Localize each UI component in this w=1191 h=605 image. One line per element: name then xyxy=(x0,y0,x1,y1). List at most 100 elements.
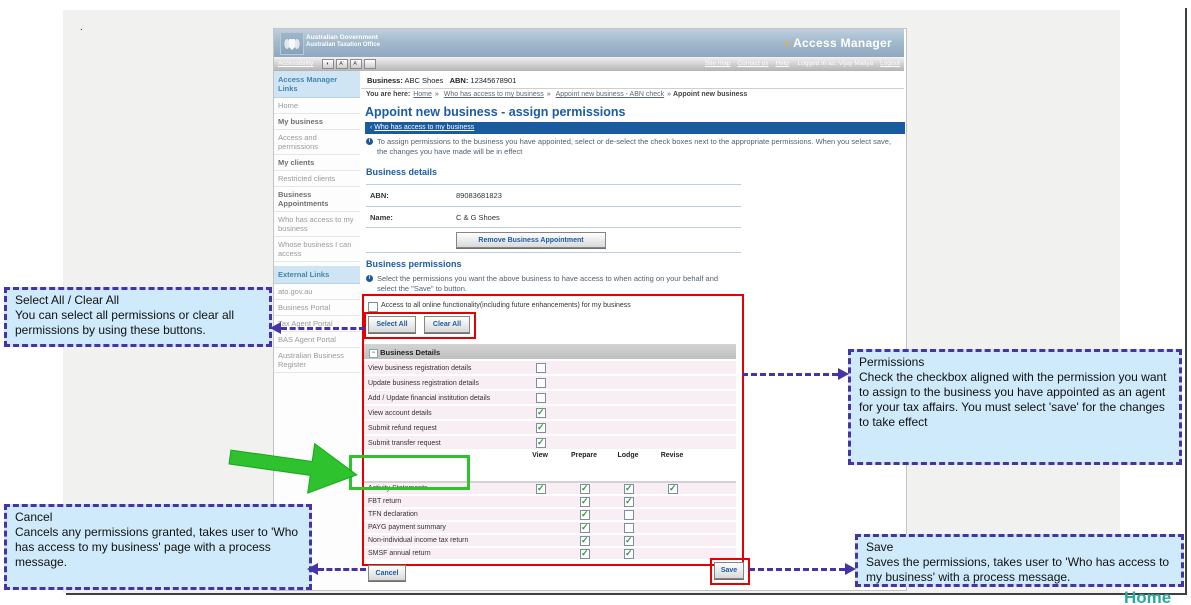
permission-row: Update business registration details xyxy=(364,376,736,391)
checkbox[interactable] xyxy=(624,484,634,494)
checkbox[interactable] xyxy=(580,549,590,559)
collapse-icon[interactable]: − xyxy=(369,349,378,358)
detail-abn-value: 89083681823 xyxy=(456,191,502,200)
arrowhead-left-icon xyxy=(270,322,281,334)
checkbox[interactable] xyxy=(536,438,546,448)
checkbox[interactable] xyxy=(536,408,546,418)
toolbar-links: Site map Contact us Help xyxy=(705,60,796,67)
checkbox[interactable] xyxy=(536,423,546,433)
sidebar-item-ato-gov-au[interactable]: ato.gov.au xyxy=(274,284,360,300)
home-link[interactable]: Home xyxy=(1124,588,1171,605)
ato-annotation-box xyxy=(349,455,470,490)
save-annotation-box xyxy=(710,558,750,585)
slide-canvas: . Australian Government Australian Taxat… xyxy=(0,0,1191,605)
sidebar-item-who-has-access-to-my-business[interactable]: Who has access to my business xyxy=(274,212,360,237)
checkbox[interactable] xyxy=(580,523,590,533)
checkbox[interactable] xyxy=(536,363,546,373)
sidebar-item-my-business[interactable]: My business xyxy=(274,114,360,130)
font-smaller-icon[interactable]: Aˈ xyxy=(336,59,348,69)
sidebar-item-whose-business-i-can-access[interactable]: Whose business I can access xyxy=(274,237,360,262)
remove-business-appointment-button[interactable]: Remove Business Appointment xyxy=(456,232,606,248)
sidebar-item-access-and-permissions[interactable]: Access and permissions xyxy=(274,130,360,155)
column-header-revise: Revise xyxy=(654,452,690,459)
access-all-label: Access to all online functionality(inclu… xyxy=(381,302,631,309)
breadcrumb-link[interactable]: Home xyxy=(413,91,432,98)
name-row: Name: C & G Shoes xyxy=(366,207,741,228)
detail-name-label: Name: xyxy=(370,213,393,222)
logout-link[interactable]: Logout xyxy=(880,60,900,67)
column-header-lodge: Lodge xyxy=(610,452,646,459)
checkbox[interactable] xyxy=(580,497,590,507)
green-arrow-icon xyxy=(222,443,367,505)
checkbox[interactable] xyxy=(580,510,590,520)
sidebar-item-restricted-clients[interactable]: Restricted clients xyxy=(274,171,360,187)
checkbox[interactable] xyxy=(580,484,590,494)
select-all-callout: Select All / Clear AllYou can select all… xyxy=(4,287,272,347)
sidebar-item-business-portal[interactable]: Business Portal xyxy=(274,300,360,316)
access-all-checkbox[interactable] xyxy=(368,302,378,312)
permission-label: View business registration details xyxy=(368,365,471,372)
permission-row: Submit refund request xyxy=(364,421,736,436)
checkbox[interactable] xyxy=(624,549,634,559)
font-larger-icon[interactable]: Aˈ xyxy=(350,59,362,69)
column-header-prepare: Prepare xyxy=(566,452,602,459)
business-details-heading: Business details xyxy=(366,167,437,177)
cancel-callout: CancelCancels any permissions granted, t… xyxy=(4,504,312,590)
slide-border-right xyxy=(1185,8,1187,595)
back-link[interactable]: Who has access to my business xyxy=(374,124,474,131)
remove-row: Remove Business Appointment xyxy=(366,228,741,253)
checkbox[interactable] xyxy=(624,510,634,520)
permission-row: Add / Update financial institution detai… xyxy=(364,391,736,406)
callout-body: Check the checkbox aligned with the perm… xyxy=(859,370,1167,429)
business-details-table: ABN: 89083681823 Name: C & G Shoes Remov… xyxy=(366,184,741,253)
chevron-icon: › xyxy=(785,36,789,50)
checkbox[interactable] xyxy=(624,497,634,507)
connector-cancel xyxy=(318,568,366,571)
gov-line1: Australian Government xyxy=(306,34,380,42)
business-details-section-bar[interactable]: − Business Details xyxy=(364,344,736,361)
coat-of-arms-logo xyxy=(280,32,304,55)
callout-title: Permissions xyxy=(859,355,1171,370)
checkbox[interactable] xyxy=(668,484,678,494)
abn-value: 12345678901 xyxy=(470,76,516,85)
slide-border-bottom xyxy=(66,593,1187,595)
blank-icon[interactable] xyxy=(364,59,376,69)
sidebar-item-bas-agent-portal[interactable]: BAS Agent Portal xyxy=(274,332,360,348)
checkbox[interactable] xyxy=(536,378,546,388)
checkbox[interactable] xyxy=(624,523,634,533)
business-value: ABC Shoes xyxy=(405,76,444,85)
breadcrumb-link[interactable]: Who has access to my business xyxy=(444,91,544,98)
cancel-button[interactable]: Cancel xyxy=(368,565,406,581)
checkbox[interactable] xyxy=(536,484,546,494)
sidebar-item-australian-business-register[interactable]: Australian Business Register xyxy=(274,348,360,373)
permission-label: SMSF annual return xyxy=(368,550,431,557)
permission-row: FBT return xyxy=(364,496,736,509)
checkbox[interactable] xyxy=(536,393,546,403)
business-permissions-heading: Business permissions xyxy=(366,259,462,269)
business-bar: Business: ABC Shoes ABN: 12345678901 xyxy=(361,71,904,89)
detail-name-value: C & G Shoes xyxy=(456,213,500,222)
accessibility-link[interactable]: Accessibility xyxy=(278,60,313,67)
arrowhead-right-icon xyxy=(845,563,856,575)
contrast-icon[interactable]: ◐ xyxy=(322,59,334,69)
sidebar-item-home[interactable]: Home xyxy=(274,98,360,114)
checkbox[interactable] xyxy=(624,536,634,546)
page-intro: To assign permissions to the business yo… xyxy=(377,137,893,156)
permissions-callout: PermissionsCheck the checkbox aligned wi… xyxy=(848,349,1182,465)
checkbox[interactable] xyxy=(580,536,590,546)
breadcrumb: You are here:Home» Who has access to my … xyxy=(366,91,896,98)
breadcrumb-link[interactable]: Appoint new business - ABN check xyxy=(556,91,665,98)
breadcrumb-links: Home» Who has access to my business» App… xyxy=(410,91,673,98)
permission-label: Non-individual income tax return xyxy=(368,537,468,544)
breadcrumb-separator: » xyxy=(435,91,441,98)
permission-label: FBT return xyxy=(368,498,401,505)
sidebar-item-business-appointments[interactable]: Business Appointments xyxy=(274,187,360,212)
page-title: Appoint new business - assign permission… xyxy=(365,105,625,119)
toolbar-link[interactable]: Contact us xyxy=(737,60,768,67)
sidebar-items: HomeMy businessAccess and permissionsMy … xyxy=(274,98,360,262)
toolbar-link[interactable]: Site map xyxy=(705,60,731,67)
toolbar-link[interactable]: Help xyxy=(776,60,789,67)
select-clear-annotation-box xyxy=(364,312,476,339)
sidebar-item-my-clients[interactable]: My clients xyxy=(274,155,360,171)
permission-label: Submit refund request xyxy=(368,425,437,432)
